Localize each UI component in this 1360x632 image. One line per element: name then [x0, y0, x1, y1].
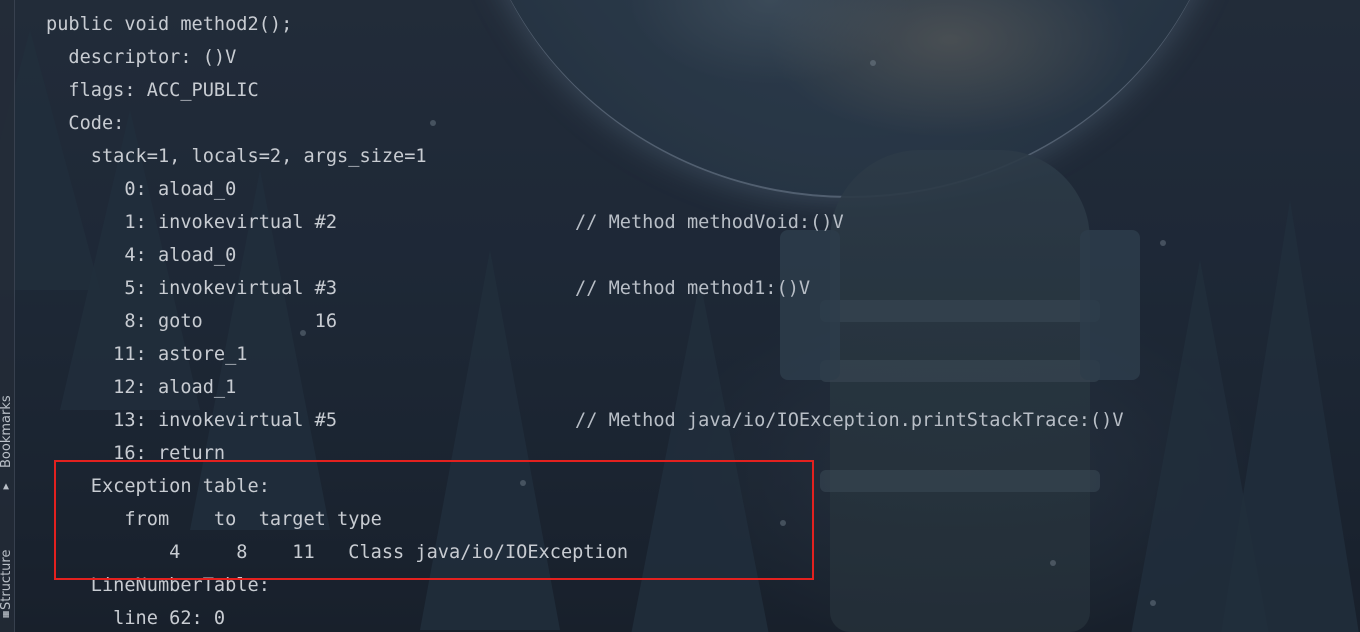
code-line: 5: invokevirtual #3: [46, 278, 338, 299]
bookmark-icon[interactable]: ▲: [1, 482, 11, 492]
code-line: 1: invokevirtual #2: [46, 212, 338, 233]
code-line: 13: invokevirtual #5: [46, 410, 338, 431]
structure-tab[interactable]: Structure: [0, 524, 14, 610]
code-line: 4: aload_0: [46, 245, 237, 266]
code-editor[interactable]: public void method2(); descriptor: ()V f…: [0, 0, 1360, 632]
code-line: 11: astore_1: [46, 344, 248, 365]
code-line: 8: goto 16: [46, 311, 338, 332]
code-line: Code:: [46, 113, 125, 134]
code-line: flags: ACC_PUBLIC: [46, 80, 259, 101]
code-comment: // Method java/io/IOException.printStack…: [575, 410, 1124, 431]
side-tool-strip: Bookmarks ▲ Structure ▦: [0, 0, 15, 632]
bookmarks-tab[interactable]: Bookmarks: [0, 382, 14, 468]
code-line: line 62: 0: [46, 608, 226, 629]
exception-table-highlight: [54, 460, 814, 580]
code-line: 0: aload_0: [46, 179, 237, 200]
code-line: public void method2();: [46, 14, 293, 35]
structure-icon[interactable]: ▦: [1, 610, 11, 620]
code-comment: // Method methodVoid:()V: [575, 212, 844, 233]
code-line: stack=1, locals=2, args_size=1: [46, 146, 427, 167]
code-comment: // Method method1:()V: [575, 278, 811, 299]
code-line: descriptor: ()V: [46, 47, 237, 68]
code-line: 12: aload_1: [46, 377, 237, 398]
